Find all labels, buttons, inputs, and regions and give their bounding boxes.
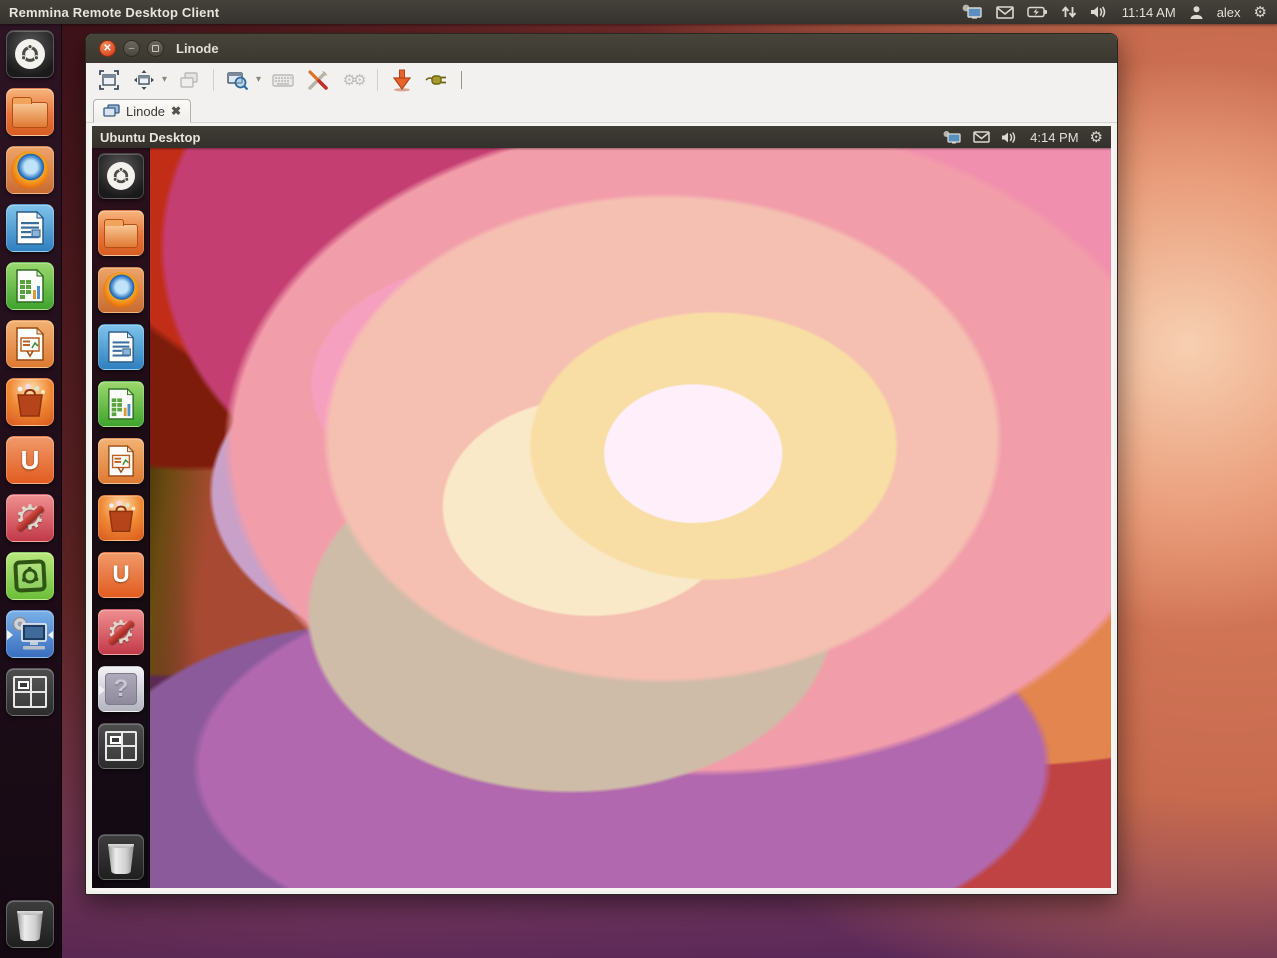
active-app-title: Remmina Remote Desktop Client bbox=[0, 5, 219, 20]
ubuntu-logo-icon bbox=[15, 39, 45, 69]
remote-menubar: Ubuntu Desktop 4:14 PM ⚙ bbox=[92, 126, 1111, 148]
user-icon[interactable] bbox=[1189, 5, 1204, 20]
maximize-button[interactable] bbox=[147, 40, 164, 57]
close-button[interactable]: ✕ bbox=[99, 40, 116, 57]
scaled-mode-dropdown-caret[interactable]: ▾ bbox=[256, 74, 261, 85]
remote-unity-launcher: U ⚙ ? bbox=[92, 148, 150, 888]
tab-linode[interactable]: Linode ✖ bbox=[93, 99, 191, 123]
session-gear-icon[interactable]: ⚙ bbox=[1254, 5, 1267, 20]
fullscreen-icon[interactable] bbox=[131, 67, 157, 93]
ubuntu-software-center-icon[interactable] bbox=[6, 378, 54, 426]
window-titlebar[interactable]: ✕ – Linode bbox=[86, 34, 1117, 63]
remote-desktop-indicator-icon[interactable] bbox=[961, 4, 983, 20]
remote-workspace-switcher-icon[interactable] bbox=[98, 723, 144, 769]
duplicate-connection-icon[interactable] bbox=[176, 67, 202, 93]
remote-ubuntu-software-center-icon[interactable] bbox=[98, 495, 144, 541]
workspace-switcher-icon[interactable] bbox=[6, 668, 54, 716]
fullscreen-dropdown-caret[interactable]: ▾ bbox=[162, 74, 167, 85]
remote-viewport[interactable]: Ubuntu Desktop 4:14 PM ⚙ bbox=[89, 123, 1114, 891]
unity-launcher: U ⚙ bbox=[0, 24, 62, 958]
toolbar-handle bbox=[461, 71, 462, 89]
remote-libreoffice-impress-icon[interactable] bbox=[98, 438, 144, 484]
remote-volume-indicator-icon[interactable] bbox=[1001, 131, 1019, 144]
remote-panel-indicators: 4:14 PM ⚙ bbox=[942, 130, 1111, 145]
scaled-mode-icon[interactable] bbox=[225, 67, 251, 93]
remote-mail-indicator-icon[interactable] bbox=[973, 131, 990, 143]
remote-clock[interactable]: 4:14 PM bbox=[1030, 130, 1078, 145]
ubuntu-one-icon[interactable]: U bbox=[6, 436, 54, 484]
remote-remote-desktop-indicator-icon[interactable] bbox=[942, 130, 962, 145]
remote-firefox-icon[interactable] bbox=[98, 267, 144, 313]
dash-home-icon[interactable] bbox=[6, 30, 54, 78]
tab-label: Linode bbox=[126, 104, 165, 119]
top-panel: Remmina Remote Desktop Client 11:14 AM a… bbox=[0, 0, 1277, 24]
remote-unknown-app-icon[interactable]: ? bbox=[98, 666, 144, 712]
tab-connection-icon bbox=[103, 104, 120, 118]
tab-bar: Linode ✖ bbox=[86, 96, 1117, 123]
remote-running-indicator-arrow bbox=[99, 685, 105, 695]
remote-trash-icon[interactable] bbox=[98, 834, 144, 880]
focused-indicator-arrow bbox=[48, 630, 54, 640]
remote-libreoffice-writer-icon[interactable] bbox=[98, 324, 144, 370]
remote-ubuntu-one-icon[interactable]: U bbox=[98, 552, 144, 598]
remmina-toolbar: ▾ ▾ ⚙⚙ bbox=[86, 63, 1117, 96]
remote-libreoffice-calc-icon[interactable] bbox=[98, 381, 144, 427]
remote-session-gear-icon[interactable]: ⚙ bbox=[1090, 130, 1103, 145]
remote-home-folder-icon[interactable] bbox=[98, 210, 144, 256]
toolbar-separator bbox=[213, 69, 214, 91]
username[interactable]: alex bbox=[1217, 5, 1241, 20]
software-updater-icon[interactable] bbox=[6, 552, 54, 600]
fit-window-icon[interactable] bbox=[96, 67, 122, 93]
remote-system-settings-icon[interactable]: ⚙ bbox=[98, 609, 144, 655]
remote-desktop-wallpaper[interactable]: Ubuntu Desktop 4:14 PM ⚙ bbox=[92, 126, 1111, 888]
battery-indicator-icon[interactable] bbox=[1027, 6, 1048, 18]
home-folder-icon[interactable] bbox=[6, 88, 54, 136]
minimize-window-icon[interactable] bbox=[389, 67, 415, 93]
tab-close-icon[interactable]: ✖ bbox=[171, 104, 181, 118]
ubuntu-one-letter: U bbox=[21, 445, 40, 476]
network-traffic-indicator-icon[interactable] bbox=[1061, 5, 1077, 19]
window-title: Linode bbox=[176, 41, 219, 56]
clock[interactable]: 11:14 AM bbox=[1122, 5, 1176, 20]
desktop: Remmina Remote Desktop Client 11:14 AM a… bbox=[0, 0, 1277, 958]
question-glyph: ? bbox=[114, 675, 129, 703]
firefox-icon[interactable] bbox=[6, 146, 54, 194]
minimize-button[interactable]: – bbox=[123, 40, 140, 57]
libreoffice-calc-icon[interactable] bbox=[6, 262, 54, 310]
libreoffice-impress-icon[interactable] bbox=[6, 320, 54, 368]
mail-indicator-icon[interactable] bbox=[996, 6, 1014, 19]
trash-icon[interactable] bbox=[6, 900, 54, 948]
libreoffice-writer-icon[interactable] bbox=[6, 204, 54, 252]
tools-icon[interactable] bbox=[305, 67, 331, 93]
running-indicator-arrow bbox=[7, 630, 13, 640]
grab-keyboard-icon[interactable] bbox=[270, 67, 296, 93]
remmina-icon[interactable] bbox=[6, 610, 54, 658]
preferences-gears-icon[interactable]: ⚙⚙ bbox=[340, 67, 366, 93]
volume-indicator-icon[interactable] bbox=[1090, 5, 1109, 19]
remmina-window: ✕ – Linode ▾ ▾ bbox=[85, 33, 1118, 895]
toolbar-separator bbox=[377, 69, 378, 91]
system-settings-icon[interactable]: ⚙ bbox=[6, 494, 54, 542]
remote-desktop-title: Ubuntu Desktop bbox=[92, 130, 200, 145]
disconnect-plug-icon[interactable] bbox=[424, 67, 450, 93]
remote-dash-home-icon[interactable] bbox=[98, 153, 144, 199]
panel-indicators: 11:14 AM alex ⚙ bbox=[961, 4, 1277, 20]
